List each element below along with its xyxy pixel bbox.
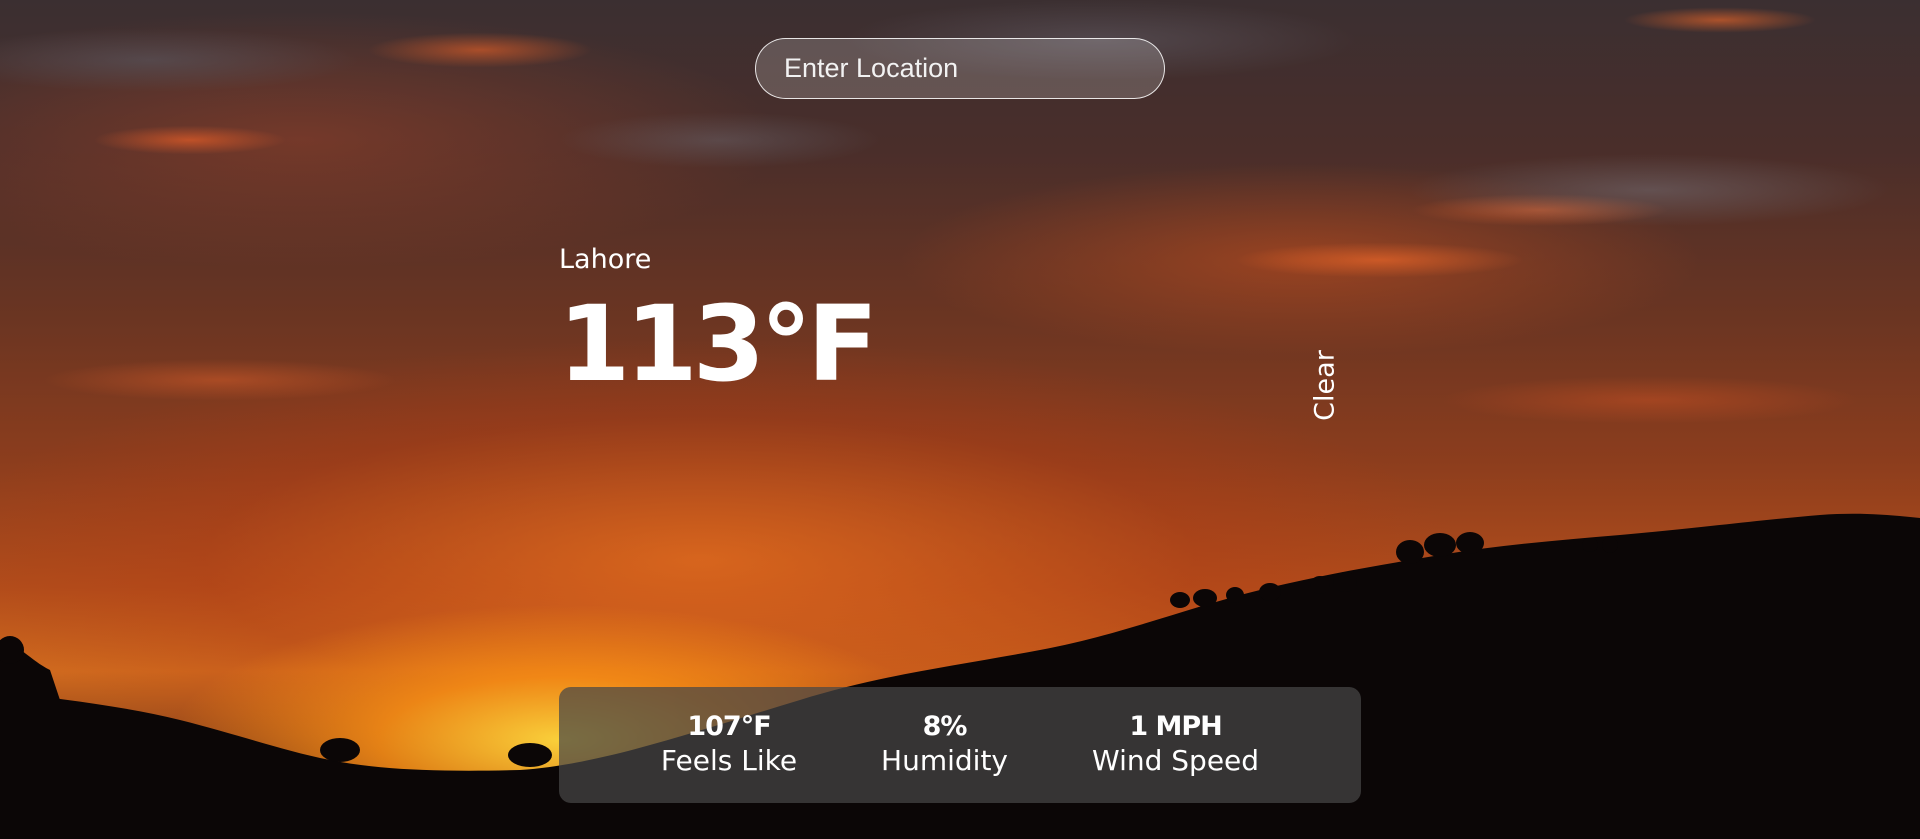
humidity-label: Humidity: [881, 744, 1009, 777]
stat-humidity: 8% Humidity: [839, 711, 1050, 780]
current-temperature: 113°F: [558, 283, 878, 405]
location-search-input[interactable]: [756, 39, 1164, 98]
location-search-box[interactable]: [755, 38, 1165, 99]
weather-stats-panel: 107°F Feels Like 8% Humidity 1 MPH Wind …: [559, 687, 1361, 803]
wind-speed-value: 1 MPH: [1129, 710, 1222, 742]
location-name: Lahore: [559, 244, 652, 275]
feels-like-label: Feels Like: [660, 744, 798, 777]
feels-like-value: 107°F: [687, 710, 771, 742]
weather-condition: Clear: [1309, 350, 1341, 421]
humidity-value: 8%: [922, 710, 968, 742]
stat-wind-speed: 1 MPH Wind Speed: [1050, 711, 1301, 780]
stat-feels-like: 107°F Feels Like: [619, 711, 839, 780]
wind-speed-label: Wind Speed: [1092, 744, 1260, 777]
